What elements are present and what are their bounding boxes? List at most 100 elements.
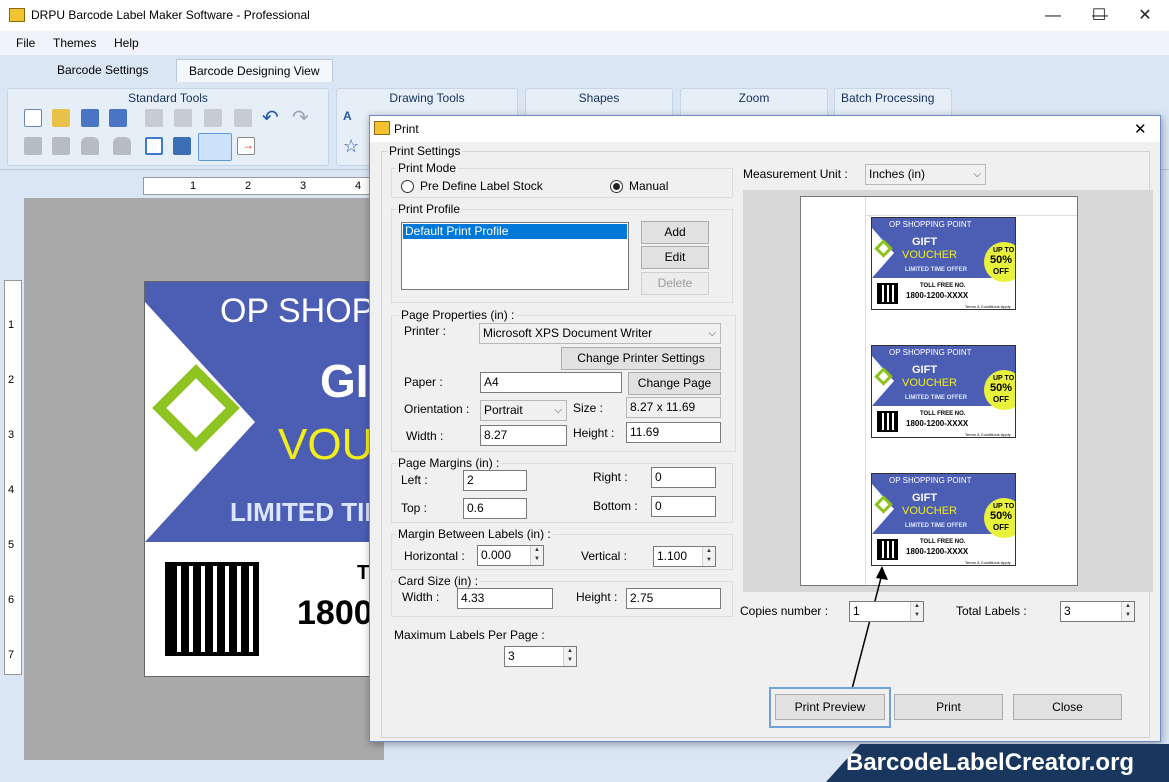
preview-terms: Terms & Conditions Apply	[965, 304, 1011, 309]
edit-profile-button[interactable]: Edit	[641, 246, 709, 269]
total-labels-spinner[interactable]: 3 ▲ ▼	[1060, 601, 1135, 622]
send-back-icon[interactable]	[24, 137, 42, 155]
watermark: BarcodeLabelCreator.org	[826, 744, 1169, 782]
menu-themes[interactable]: Themes	[53, 36, 96, 50]
menu-help[interactable]: Help	[114, 36, 139, 50]
cut-icon[interactable]	[174, 109, 192, 127]
preview-terms: Terms & Conditions Apply	[965, 432, 1011, 437]
paste-icon[interactable]	[204, 109, 222, 127]
card-width-input[interactable]: 4.33	[457, 588, 553, 609]
card-height-label: Height :	[576, 590, 618, 604]
chevron-down-icon: ⌵	[708, 328, 716, 339]
preview-voucher: VOUCHER	[902, 249, 958, 261]
orientation-select[interactable]: Portrait ⌵	[480, 400, 567, 421]
menu-bar: File Themes Help	[0, 31, 1169, 55]
margin-right-input[interactable]: 0	[651, 467, 716, 488]
preview-pct: 50%	[990, 510, 1013, 522]
delete-icon[interactable]	[234, 109, 252, 127]
card-width-label: Width :	[402, 590, 440, 604]
max-labels-spinner[interactable]: 3 ▲ ▼	[504, 646, 577, 667]
undo-icon[interactable]: ↶	[262, 108, 280, 128]
bring-front-icon[interactable]	[52, 137, 70, 155]
change-page-button[interactable]: Change Page	[628, 372, 721, 395]
printer-select[interactable]: Microsoft XPS Document Writer ⌵	[479, 323, 721, 344]
horizontal-label: Horizontal :	[404, 549, 465, 563]
measurement-unit-select[interactable]: Inches (in) ⌵	[865, 164, 986, 185]
save-icon[interactable]	[81, 109, 99, 127]
total-labels-label: Total Labels :	[956, 604, 1027, 618]
horizontal-value: 0.000	[481, 548, 512, 562]
group-title: Drawing Tools	[389, 91, 465, 105]
radio-predefine-label: Pre Define Label Stock	[420, 179, 543, 193]
chevron-down-icon: ⌵	[973, 169, 981, 180]
copy-icon[interactable]	[145, 109, 163, 127]
preview-gift: GIFT	[912, 364, 938, 376]
profile-list[interactable]: Default Print Profile	[401, 222, 629, 290]
page-height-input[interactable]: 11.69	[626, 422, 721, 443]
preview-upto: UP TO	[993, 375, 1015, 382]
page-width-input[interactable]: 8.27	[480, 425, 567, 446]
lock-icon[interactable]	[81, 137, 99, 155]
card-height-input[interactable]: 2.75	[626, 588, 721, 609]
spinner-arrows-icon[interactable]: ▲ ▼	[563, 647, 576, 666]
margin-bottom-input[interactable]: 0	[651, 496, 716, 517]
new-icon[interactable]	[24, 109, 42, 127]
vertical-label: Vertical :	[581, 549, 628, 563]
spinner-arrows-icon[interactable]: ▲ ▼	[910, 602, 923, 621]
export-icon[interactable]: →	[237, 137, 255, 155]
change-printer-settings-button[interactable]: Change Printer Settings	[561, 347, 721, 370]
text-tool-icon[interactable]: A	[343, 109, 361, 127]
ruler-number: 4	[8, 484, 15, 496]
vertical-value: 1.100	[657, 549, 688, 563]
spinner-arrows-icon[interactable]: ▲ ▼	[530, 546, 543, 565]
save-as-icon[interactable]	[109, 109, 127, 127]
margin-right-label: Right :	[593, 470, 628, 484]
copies-spinner[interactable]: 1 ▲ ▼	[849, 601, 924, 622]
preview-offer: LIMITED TIME OFFER	[905, 523, 967, 529]
dialog-close-icon[interactable]: ✕	[1134, 120, 1147, 138]
group-standard-tools: Standard Tools ↶ ↷ →	[7, 88, 329, 166]
print-icon[interactable]	[198, 133, 232, 161]
minimize-button-2[interactable]: —	[1030, 0, 1076, 31]
margin-left-label: Left :	[401, 473, 428, 487]
print-button[interactable]: Print	[894, 694, 1003, 720]
radio-manual[interactable]	[610, 180, 623, 193]
preview-label: OP SHOPPING POINT GIFT VOUCHER LIMITED T…	[871, 473, 1016, 566]
tab-barcode-settings[interactable]: Barcode Settings	[45, 59, 160, 83]
tab-barcode-designing-view[interactable]: Barcode Designing View	[176, 59, 333, 83]
qr-code-icon	[877, 283, 898, 304]
margin-top-input[interactable]: 0.6	[463, 498, 527, 519]
copies-value: 1	[853, 604, 860, 618]
label-design[interactable]: OP SHOPPING POINT GIFT VOUCHER LIMITED T…	[144, 281, 384, 677]
ruler-number: 3	[300, 180, 307, 192]
print-preview-button[interactable]: Print Preview	[775, 694, 885, 720]
total-labels-value: 3	[1064, 604, 1071, 618]
close-button[interactable]: ✕	[1122, 0, 1168, 31]
grid-icon[interactable]	[145, 137, 163, 155]
preview-off: OFF	[993, 267, 1009, 276]
print-dialog: Print ✕ Print Settings Print Mode Pre De…	[369, 115, 1161, 742]
delete-profile-button[interactable]: Delete	[641, 272, 709, 295]
radio-predefine[interactable]	[401, 180, 414, 193]
horizontal-spinner[interactable]: 0.000 ▲ ▼	[477, 545, 544, 566]
add-profile-button[interactable]: Add	[641, 221, 709, 244]
close-button[interactable]: Close	[1013, 694, 1122, 720]
spinner-arrows-icon[interactable]: ▲ ▼	[702, 547, 715, 566]
preview-offer: LIMITED TIME OFFER	[905, 267, 967, 273]
vertical-spinner[interactable]: 1.100 ▲ ▼	[653, 546, 716, 567]
properties-icon[interactable]	[173, 137, 191, 155]
group-title: Standard Tools	[128, 91, 208, 105]
star-tool-icon[interactable]: ☆	[343, 137, 361, 155]
max-labels-value: 3	[508, 649, 515, 663]
margin-left-input[interactable]: 2	[463, 470, 527, 491]
paper-input[interactable]: A4	[480, 372, 622, 393]
redo-icon[interactable]: ↷	[292, 108, 310, 128]
unlock-icon[interactable]	[113, 137, 131, 155]
open-icon[interactable]	[52, 109, 70, 127]
menu-file[interactable]: File	[16, 36, 35, 50]
profile-list-item[interactable]: Default Print Profile	[403, 224, 627, 239]
orientation-label: Orientation :	[404, 402, 470, 416]
ruler-number: 3	[8, 429, 15, 441]
maximize-icon[interactable]: ☐	[1076, 0, 1122, 31]
spinner-arrows-icon[interactable]: ▲ ▼	[1121, 602, 1134, 621]
